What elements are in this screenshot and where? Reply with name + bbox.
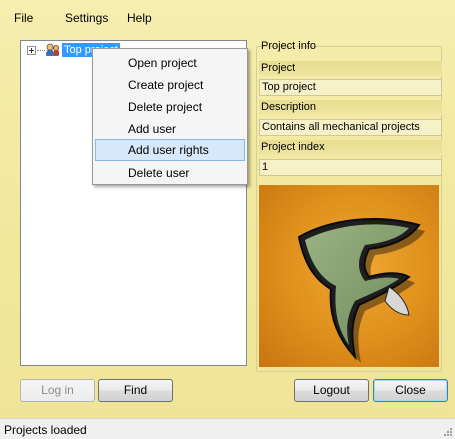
login-button[interactable]: Log in xyxy=(20,379,95,402)
menu-item-delete-user[interactable]: Delete user xyxy=(95,162,245,184)
users-group-icon xyxy=(45,43,61,57)
context-menu: Open project Create project Delete proje… xyxy=(92,48,248,185)
description-field[interactable]: Contains all mechanical projects xyxy=(259,119,442,136)
status-bar: Projects loaded xyxy=(0,418,455,439)
expand-icon[interactable] xyxy=(27,46,36,55)
menu-item-open-project[interactable]: Open project xyxy=(95,52,245,74)
menu-bar: File Settings Help xyxy=(0,0,455,34)
resize-grip-icon[interactable] xyxy=(442,426,453,437)
menu-item-delete-project[interactable]: Delete project xyxy=(95,96,245,118)
status-text: Projects loaded xyxy=(4,423,87,437)
menu-file[interactable]: File xyxy=(12,11,35,25)
tree-connector xyxy=(37,50,45,51)
f-logo-image xyxy=(259,185,439,367)
close-button[interactable]: Close xyxy=(373,379,448,402)
menu-item-add-user[interactable]: Add user xyxy=(95,118,245,140)
project-info-group: Project info Project Top project Descrip… xyxy=(256,40,442,372)
description-label: Description xyxy=(259,100,442,115)
menu-item-add-user-rights[interactable]: Add user rights xyxy=(95,139,245,161)
find-button[interactable]: Find xyxy=(98,379,173,402)
project-name-field[interactable]: Top project xyxy=(259,79,442,96)
project-index-field[interactable]: 1 xyxy=(259,159,442,176)
logout-button[interactable]: Logout xyxy=(294,379,369,402)
menu-help[interactable]: Help xyxy=(125,11,154,25)
menu-item-create-project[interactable]: Create project xyxy=(95,74,245,96)
project-index-label: Project index xyxy=(259,140,442,155)
menu-settings[interactable]: Settings xyxy=(63,11,110,25)
group-legend: Project info xyxy=(261,40,317,52)
project-label: Project xyxy=(259,61,442,76)
main-window: File Settings Help Top project Open proj… xyxy=(0,0,455,439)
